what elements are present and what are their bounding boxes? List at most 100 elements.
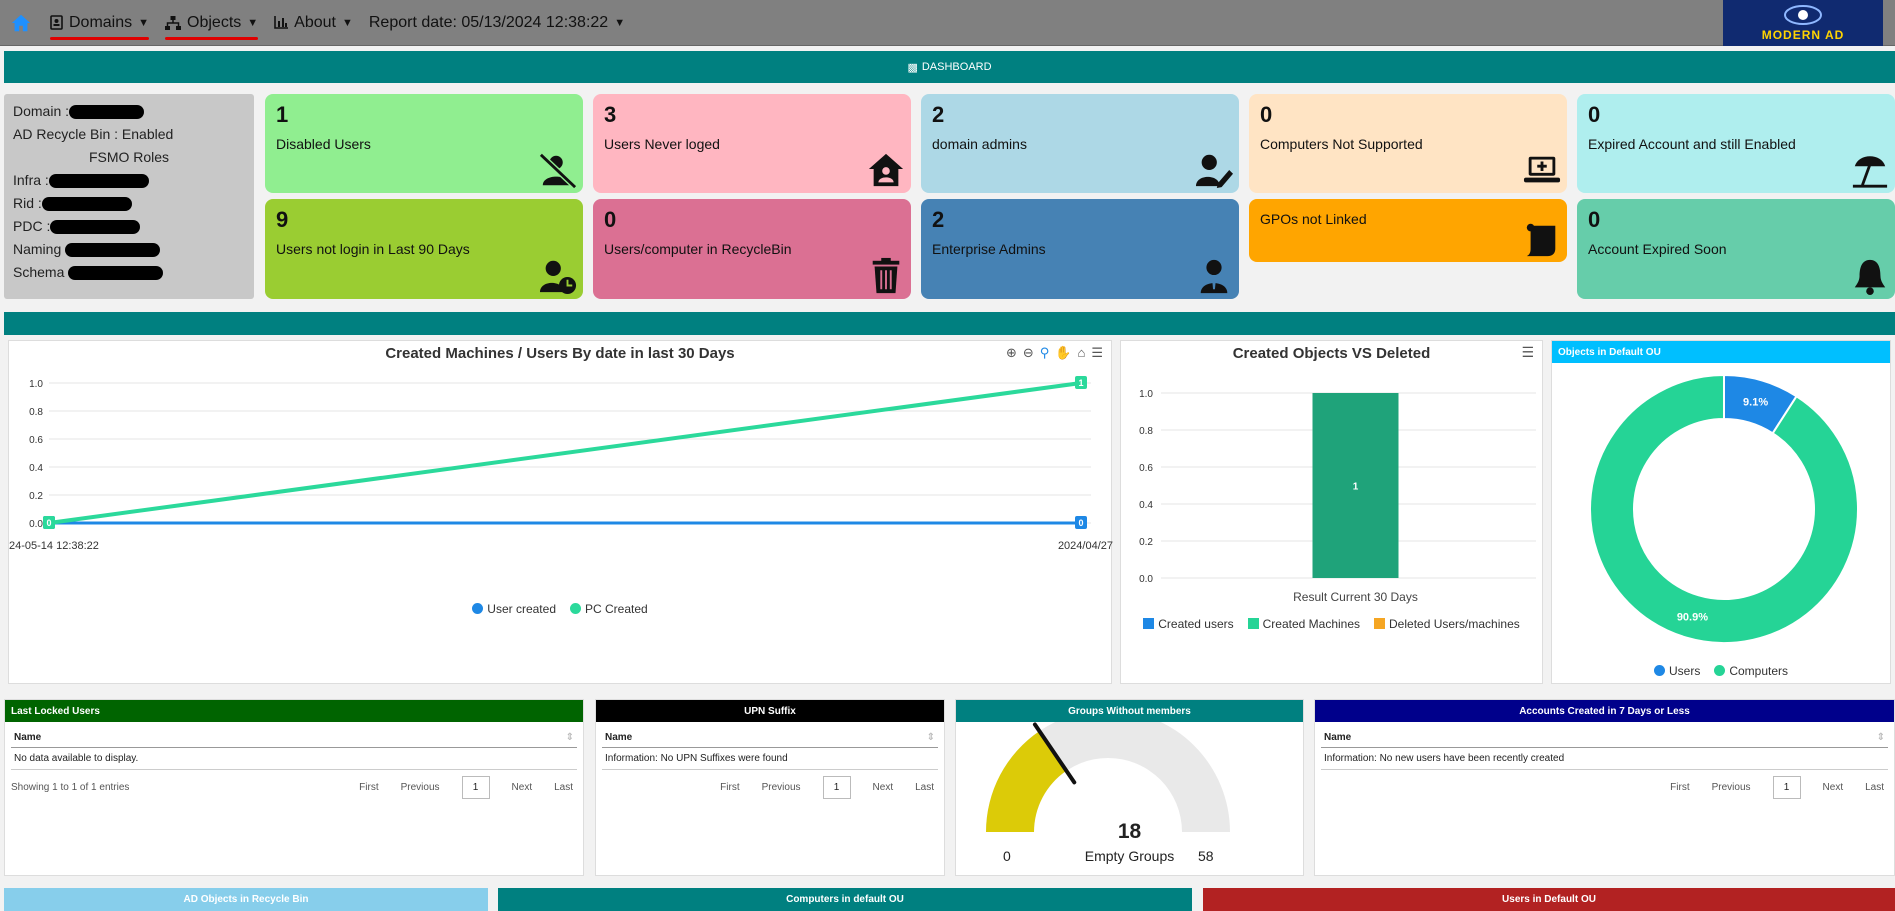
legend-item[interactable]: Created Machines [1247, 617, 1360, 631]
next-button[interactable]: Next [512, 782, 533, 793]
table-row: No data available to display. [11, 748, 577, 770]
sort-icon: ⇕ [565, 732, 574, 743]
zoom-out-icon[interactable]: ⊖ [1023, 345, 1034, 361]
pagination: Showing 1 to 1 of 1 entries First Previo… [11, 776, 573, 799]
redaction [50, 220, 141, 235]
donut-chart: 9.1% 90.9% [1589, 373, 1859, 644]
pagination: First Previous 1 Next Last [1321, 776, 1884, 799]
legend-item[interactable]: User created [472, 602, 556, 616]
legend-item[interactable]: Users [1653, 664, 1700, 678]
legend-item[interactable]: Created users [1143, 617, 1234, 631]
first-button[interactable]: First [720, 782, 739, 793]
panel-title: Groups Without members [956, 700, 1303, 722]
card-expired-enabled[interactable]: 0 Expired Account and still Enabled [1577, 94, 1895, 193]
gauge-max: 58 [1198, 848, 1214, 864]
accounts-table: Name ⇕ Information: No new users have bee… [1321, 728, 1888, 770]
legend-item[interactable]: PC Created [570, 602, 648, 616]
legend-label: Deleted Users/machines [1389, 617, 1520, 631]
data-label: 1 [1075, 376, 1087, 389]
card-account-expired-soon[interactable]: 0 Account Expired Soon [1577, 199, 1895, 299]
card-label: Expired Account and still Enabled [1588, 136, 1796, 152]
card-label: domain admins [932, 136, 1027, 152]
bar-value-label: 1 [1353, 482, 1359, 493]
card-recyclebin[interactable]: 0 Users/computer in RecycleBin [593, 199, 911, 299]
first-button[interactable]: First [359, 782, 378, 793]
card-value: 3 [604, 102, 617, 127]
chart-bar-icon: ▩ [907, 61, 918, 74]
bar-chart: 0.0 0.2 0.4 0.6 0.8 1.0 1 Result Current 30 Day… [1139, 389, 1536, 604]
card-not-login-90-days[interactable]: 9 Users not login in Last 90 Days [265, 199, 583, 299]
infra-label: Infra : [13, 172, 49, 188]
panel-title: Accounts Created in 7 Days or Less [1315, 700, 1894, 722]
menu-icon[interactable]: ☰ [1521, 344, 1534, 361]
chevron-down-icon: ▼ [614, 16, 626, 29]
previous-button[interactable]: Previous [401, 782, 440, 793]
pan-hand-icon[interactable]: ✋ [1055, 345, 1071, 361]
page-button[interactable]: 1 [461, 776, 490, 799]
card-value: 0 [604, 207, 617, 232]
card-disabled-users[interactable]: 1 Disabled Users [265, 94, 583, 193]
card-label: Disabled Users [276, 136, 371, 152]
next-button[interactable]: Next [1823, 782, 1844, 793]
legend-swatch [1374, 618, 1386, 629]
menu-icon[interactable]: ☰ [1091, 345, 1103, 361]
page-button[interactable]: 1 [822, 776, 851, 799]
zoom-in-icon[interactable]: ⊕ [1006, 345, 1017, 361]
scroll-icon [1526, 223, 1556, 257]
reset-home-icon[interactable]: ⌂ [1077, 345, 1085, 361]
report-date-menu[interactable]: Report date: 05/13/2024 12:38:22 ▼ [369, 0, 625, 46]
legend-item[interactable]: Deleted Users/machines [1374, 617, 1520, 631]
y-tick-label: 0.6 [29, 435, 43, 446]
home-icon[interactable] [10, 12, 32, 34]
last-button[interactable]: Last [1865, 782, 1884, 793]
legend-swatch [472, 603, 484, 614]
card-label: Computers Not Supported [1260, 136, 1423, 152]
card-domain-admins[interactable]: 2 domain admins [921, 94, 1239, 193]
redaction [65, 243, 161, 258]
objects-menu[interactable]: Objects ▼ [165, 0, 259, 46]
last-button[interactable]: Last [915, 782, 934, 793]
previous-button[interactable]: Previous [1712, 782, 1751, 793]
card-users-never-logged[interactable]: 3 Users Never loged [593, 94, 911, 193]
computers-default-ou-header[interactable]: Computers in default OU [498, 888, 1192, 911]
column-header[interactable]: Name ⇕ [1321, 728, 1888, 748]
column-header[interactable]: Name ⇕ [602, 728, 938, 748]
table-row: Information: No UPN Suffixes were found [602, 748, 938, 770]
legend-label: User created [487, 602, 556, 616]
legend-item[interactable]: Computers [1714, 664, 1788, 678]
bell-icon [1854, 259, 1886, 295]
logo-text: MODERN AD [1761, 28, 1845, 42]
previous-button[interactable]: Previous [762, 782, 801, 793]
y-tick-label: 0.6 [1139, 463, 1153, 474]
legend-swatch [1247, 618, 1259, 629]
chevron-down-icon: ▼ [138, 16, 150, 29]
page-button[interactable]: 1 [1772, 776, 1801, 799]
users-default-ou-header[interactable]: Users in Default OU [1203, 888, 1895, 911]
data-label: 0 [1075, 516, 1087, 529]
line-chart-legend: User created PC Created [9, 602, 1111, 616]
first-button[interactable]: First [1670, 782, 1689, 793]
chevron-down-icon: ▼ [341, 16, 353, 29]
x-tick-label: 24-05-14 12:38:22 [9, 540, 99, 552]
next-button[interactable]: Next [873, 782, 894, 793]
redaction [48, 174, 149, 189]
domains-label: Domains [69, 13, 133, 31]
domain-info-panel: Domain : AD Recycle Bin : Enabled FSMO R… [4, 94, 254, 299]
card-gpos-not-linked[interactable]: GPOs not Linked [1249, 199, 1567, 262]
recycle-bin-header[interactable]: AD Objects in Recycle Bin [4, 888, 488, 911]
chart-title: Created Machines / Users By date in last… [385, 345, 735, 362]
report-date-label: Report date: 05/13/2024 12:38:22 [368, 13, 609, 31]
last-button[interactable]: Last [554, 782, 573, 793]
card-enterprise-admins[interactable]: 2 Enterprise Admins [921, 199, 1239, 299]
table-row: Information: No new users have been rece… [1321, 748, 1888, 770]
about-menu[interactable]: About ▼ [274, 0, 353, 46]
house-user-icon [868, 153, 904, 187]
dashboard-header[interactable]: ▩ DASHBOARD [4, 51, 1895, 83]
redaction [69, 105, 145, 120]
magnify-icon[interactable]: ⚲ [1040, 345, 1050, 361]
card-value: 1 [276, 102, 289, 127]
card-computers-not-supported[interactable]: 0 Computers Not Supported [1249, 94, 1567, 193]
series-line [48, 381, 1082, 525]
column-header[interactable]: Name ⇕ [11, 728, 577, 748]
domains-menu[interactable]: Domains ▼ [50, 0, 150, 46]
